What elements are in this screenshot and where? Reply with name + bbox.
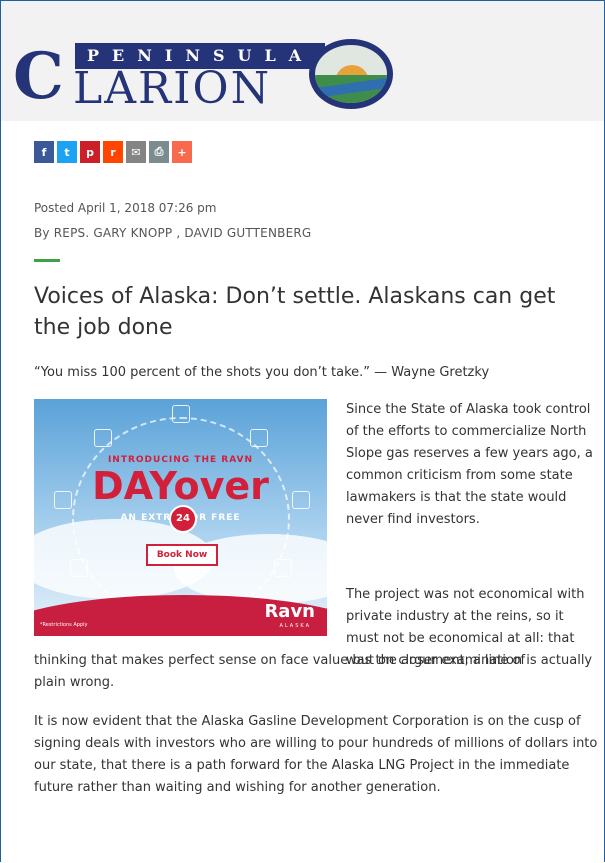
ad-fine-print: *Restrictions Apply — [40, 622, 88, 628]
site-header: C PENINSULA LARION — [1, 1, 604, 121]
twitter-share-button[interactable]: t — [57, 141, 77, 163]
logo-emblem-icon — [309, 39, 393, 109]
logo-letter: C — [13, 39, 64, 114]
pinterest-share-button[interactable]: p — [80, 141, 100, 163]
print-button[interactable]: ⎙ — [149, 141, 169, 163]
camera-icon — [94, 429, 112, 447]
logo-wordmark: LARION — [73, 63, 272, 114]
article-paragraph: It is now evident that the Alaska Gaslin… — [34, 714, 598, 795]
ravn-logo: Ravn — [264, 601, 315, 622]
utensils-icon — [172, 405, 190, 423]
reddit-share-button[interactable]: r — [103, 141, 123, 163]
by-label: By — [34, 226, 50, 240]
page-frame: C PENINSULA LARION f t p r ✉ ⎙ + Posted … — [0, 0, 605, 862]
author-links[interactable]: REPS. GARY KNOPP , DAVID GUTTENBERG — [54, 226, 312, 240]
ravn-dayover-ad[interactable]: INTRODUCING THE RAVN DAYover AN EXTRA FO… — [34, 399, 327, 636]
article-epigraph: “You miss 100 percent of the shots you d… — [34, 365, 490, 380]
email-share-button[interactable]: ✉ — [126, 141, 146, 163]
ad-book-now-button[interactable]: Book Now — [146, 544, 218, 566]
facebook-share-button[interactable]: f — [34, 141, 54, 163]
ad-headline: DAYover — [92, 464, 269, 508]
ravn-logo-sub: ALASKA — [279, 623, 311, 629]
title-accent-rule — [34, 259, 60, 262]
article-paragraph: Since the State of Alaska took control o… — [346, 402, 593, 527]
ball-icon — [250, 429, 268, 447]
article-title: Voices of Alaska: Don’t settle. Alaskans… — [34, 284, 556, 340]
peninsula-clarion-logo[interactable]: C PENINSULA LARION — [13, 37, 403, 117]
share-bar: f t p r ✉ ⎙ + — [34, 141, 192, 163]
byline: By REPS. GARY KNOPP , DAVID GUTTENBERG — [34, 226, 311, 240]
posted-date: Posted April 1, 2018 07:26 pm — [34, 201, 217, 215]
more-share-button[interactable]: + — [172, 141, 192, 163]
ad-24-badge: 24 — [169, 505, 197, 533]
article-paragraph-continued: thinking that makes perfect sense on fac… — [34, 653, 593, 690]
